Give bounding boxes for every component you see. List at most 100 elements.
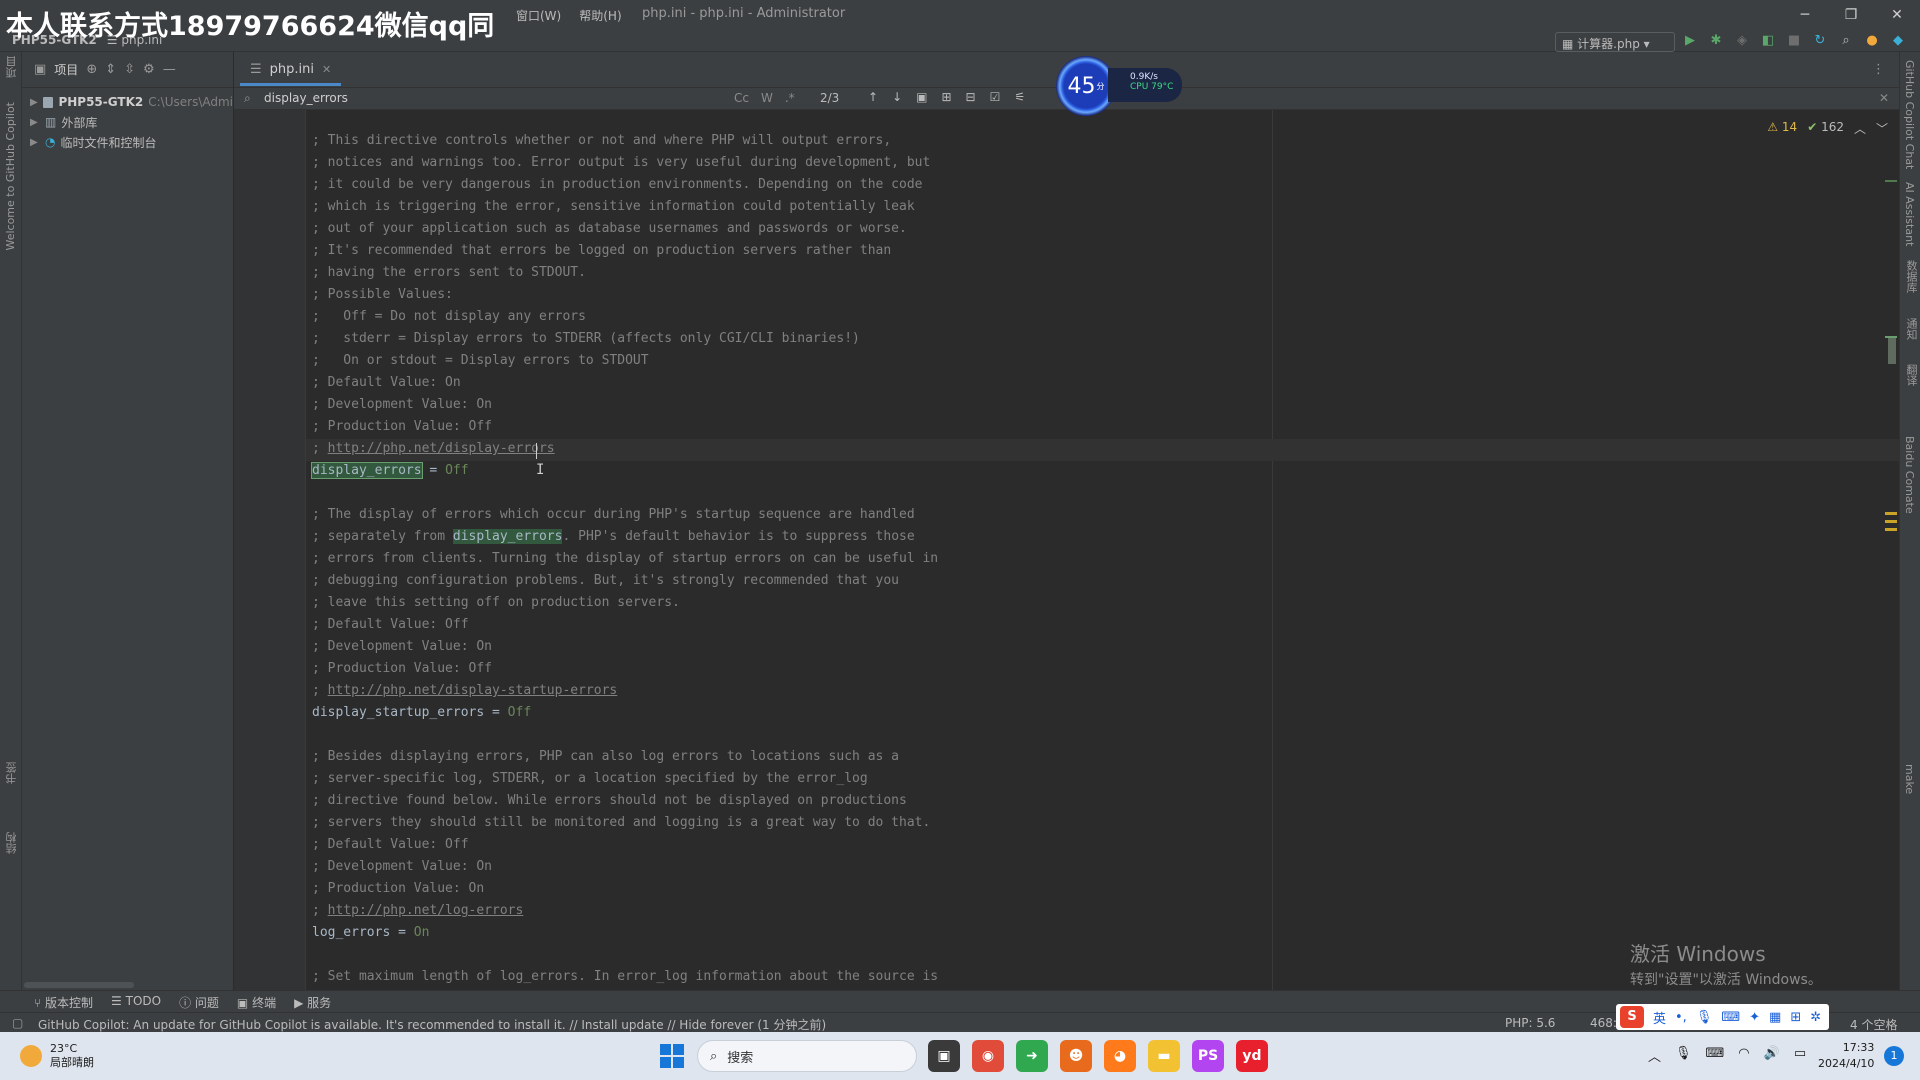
filter-icon[interactable]: ⚟ xyxy=(1014,90,1025,104)
stripe-make[interactable]: make xyxy=(1903,764,1916,794)
code-line[interactable]: ; notices and warnings too. Error output… xyxy=(312,155,930,170)
tree-item-external-libraries[interactable]: ▶ ▥ 外部库 xyxy=(22,112,233,132)
code-line[interactable]: ; Set maximum length of log_errors. In e… xyxy=(312,969,938,984)
scroll-marker[interactable] xyxy=(1885,180,1897,182)
code-line[interactable]: ; On or stdout = Display errors to STDOU… xyxy=(312,353,649,368)
code-line[interactable]: ; Off = Do not display any errors xyxy=(312,309,586,324)
battery-icon[interactable]: ▭ xyxy=(1794,1046,1806,1065)
taskbar-app-firefox[interactable]: ◕ xyxy=(1104,1040,1136,1072)
code-line[interactable]: log_errors = On xyxy=(312,925,429,940)
stripe-copilot-welcome[interactable]: Welcome to GitHub Copilot xyxy=(4,102,17,251)
chevron-up-icon[interactable]: ︿ xyxy=(1648,1046,1661,1065)
tool-services[interactable]: ▶ 服务 xyxy=(294,994,331,1011)
code-line[interactable]: ; http://php.net/log-errors xyxy=(312,903,523,918)
code-line[interactable]: ; http://php.net/display-errors xyxy=(312,441,555,456)
grid-icon[interactable]: ⊞ xyxy=(1790,1010,1801,1025)
scroll-marker[interactable] xyxy=(1885,528,1897,531)
microphone-icon[interactable]: 🎙 xyxy=(1675,1046,1692,1065)
code-line[interactable]: ; which is triggering the error, sensiti… xyxy=(312,199,915,214)
debug-icon[interactable]: ✱ xyxy=(1708,33,1724,49)
ime-icon[interactable]: ⌨ xyxy=(1706,1046,1725,1065)
status-panel-icon[interactable]: ▢ xyxy=(12,1016,23,1030)
stop-icon[interactable]: ■ xyxy=(1786,33,1802,49)
scroll-marker[interactable] xyxy=(1885,512,1897,515)
volume-icon[interactable]: 🔊 xyxy=(1764,1046,1780,1065)
code-line[interactable]: ; Production Value: On xyxy=(312,881,484,896)
tool-todo[interactable]: ☰ TODO xyxy=(111,994,161,1011)
restore-button[interactable]: ❐ xyxy=(1828,0,1874,30)
taskbar-clock[interactable]: 17:33 2024/4/10 xyxy=(1818,1040,1874,1072)
code-line[interactable]: ; The display of errors which occur duri… xyxy=(312,507,915,522)
menu-window[interactable]: 窗口(W) xyxy=(516,7,561,24)
code-line[interactable]: ; debugging configuration problems. But,… xyxy=(312,573,899,588)
stripe-ai-assistant[interactable]: AI Assistant xyxy=(1903,182,1916,246)
code-editor[interactable]: 453454; This directive controls whether … xyxy=(306,110,1899,990)
toolbox-icon[interactable]: ▦ xyxy=(1769,1010,1781,1025)
stripe-database[interactable]: 数据库 xyxy=(1903,260,1919,293)
taskbar-app-phpstorm[interactable]: PS xyxy=(1192,1040,1224,1072)
ime-toolbar[interactable]: S 英 •, 🎙 ⌨ ✦ ▦ ⊞ ✲ xyxy=(1616,1004,1830,1030)
doc-link[interactable]: http://php.net/log-errors xyxy=(328,903,524,918)
code-line[interactable]: ; out of your application such as databa… xyxy=(312,221,907,236)
code-line[interactable]: ; This directive controls whether or not… xyxy=(312,133,891,148)
minimize-button[interactable]: ─ xyxy=(1782,0,1828,30)
scroll-marker[interactable] xyxy=(1885,336,1897,338)
code-line[interactable]: ; Development Value: On xyxy=(312,397,492,412)
chevron-up-icon[interactable]: ︿ xyxy=(1854,120,1866,137)
collapse-all-icon[interactable]: ⇳ xyxy=(124,62,135,77)
tree-item-scratches[interactable]: ▶ ◔ 临时文件和控制台 xyxy=(22,132,233,152)
taskbar-app-chrome[interactable]: ◉ xyxy=(972,1040,1004,1072)
indent-setting[interactable]: 4 个空格 xyxy=(1850,1016,1897,1033)
tab-php-ini[interactable]: ☰ php.ini ✕ xyxy=(240,56,342,86)
code-line[interactable]: ; It's recommended that errors be logged… xyxy=(312,243,891,258)
settings-update-icon[interactable]: ● xyxy=(1864,33,1880,49)
open-in-window-icon[interactable]: ▣ xyxy=(916,90,927,104)
run-config-select[interactable]: ▦ 计算器.php ▾ xyxy=(1555,32,1675,52)
stripe-structure[interactable]: 结构 xyxy=(4,832,20,854)
whole-words-toggle[interactable]: W xyxy=(761,91,773,105)
code-line[interactable]: ; stderr = Display errors to STDERR (aff… xyxy=(312,331,860,346)
chevron-right-icon[interactable]: ▶ xyxy=(30,117,40,128)
code-line[interactable]: ; Besides displaying errors, PHP can als… xyxy=(312,749,899,764)
update-icon[interactable]: ↻ xyxy=(1812,33,1828,49)
search-input[interactable]: display_errors xyxy=(264,91,348,105)
match-case-toggle[interactable]: Cc xyxy=(734,91,749,105)
code-line[interactable]: ; Default Value: On xyxy=(312,375,461,390)
scroll-marker[interactable] xyxy=(1885,520,1897,523)
taskbar-search[interactable]: ⌕ 搜索 xyxy=(697,1040,917,1072)
code-line[interactable]: ; errors from clients. Turning the displ… xyxy=(312,551,938,566)
expand-all-icon[interactable]: ⇕ xyxy=(105,62,116,77)
stripe-baidu-comate[interactable]: Baidu Comate xyxy=(1903,436,1916,514)
remove-occurrence-icon[interactable]: ⊟ xyxy=(966,90,976,104)
gear-icon[interactable]: ⚙ xyxy=(143,62,155,77)
search-everywhere-icon[interactable]: ⌕ xyxy=(1838,33,1854,49)
code-line[interactable]: ; Default Value: Off xyxy=(312,837,469,852)
coverage-icon[interactable]: ◈ xyxy=(1734,33,1750,49)
project-title[interactable]: 项目 xyxy=(54,61,78,78)
locate-icon[interactable]: ⊕ xyxy=(86,62,97,77)
stripe-notifications[interactable]: 通知 xyxy=(1903,318,1919,340)
code-line[interactable]: ; server-specific log, STDERR, or a loca… xyxy=(312,771,868,786)
project-scrollbar[interactable] xyxy=(24,982,134,988)
taskbar-app-task-view[interactable]: ▣ xyxy=(928,1040,960,1072)
weather-widget[interactable]: 23°C 局部晴朗 xyxy=(20,1042,94,1070)
inspection-widget[interactable]: ⚠ 14 ✔ 162 ︿ ﹀ xyxy=(1767,120,1888,137)
php-version[interactable]: PHP: 5.6 xyxy=(1505,1016,1555,1030)
code-line[interactable]: display_startup_errors = Off xyxy=(312,705,531,720)
more-tabs-icon[interactable]: ⋮ xyxy=(1872,62,1885,77)
stripe-copilot-chat[interactable]: GitHub Copilot Chat xyxy=(1903,60,1916,169)
arrow-down-icon[interactable]: ↓ xyxy=(892,90,902,104)
taskbar-app-app-orange[interactable]: ☻ xyxy=(1060,1040,1092,1072)
scroll-thumb[interactable] xyxy=(1888,338,1896,364)
close-button[interactable]: ✕ xyxy=(1874,0,1920,30)
close-tab-icon[interactable]: ✕ xyxy=(322,63,331,76)
code-line[interactable]: ; servers they should still be monitored… xyxy=(312,815,930,830)
tree-item-project-root[interactable]: ▶ PHP55-GTK2 C:\Users\Admi xyxy=(22,92,233,112)
hide-icon[interactable]: — xyxy=(163,62,176,77)
status-message[interactable]: GitHub Copilot: An update for GitHub Cop… xyxy=(38,1016,826,1033)
code-line[interactable]: ; Default Value: Off xyxy=(312,617,469,632)
taskbar-app-app-green[interactable]: ➜ xyxy=(1016,1040,1048,1072)
error-stripe[interactable] xyxy=(1882,110,1898,990)
regex-toggle[interactable]: .* xyxy=(785,91,795,105)
menu-help[interactable]: 帮助(H) xyxy=(579,7,621,24)
